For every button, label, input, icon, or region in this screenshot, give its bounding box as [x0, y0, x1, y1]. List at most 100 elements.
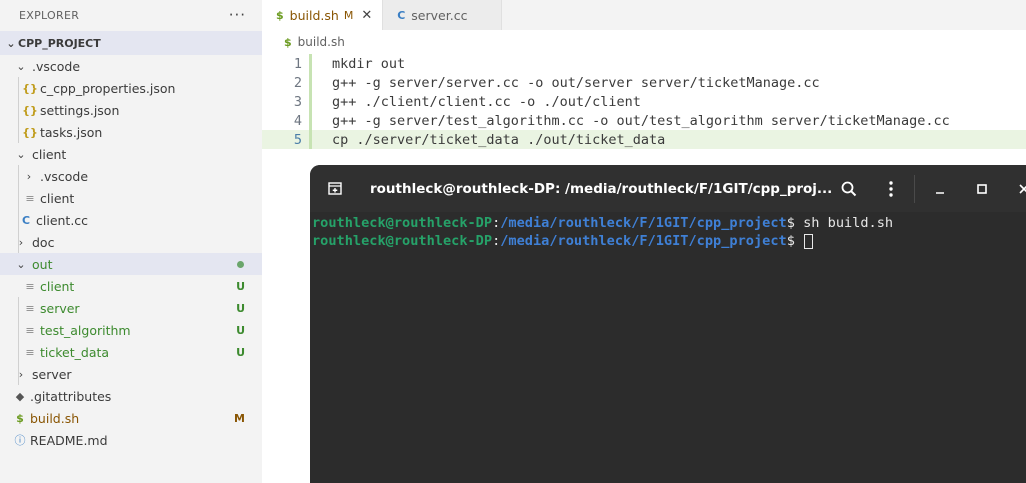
file-icon: ≡ [25, 301, 35, 315]
prompt-user: routhleck@routhleck-DP [312, 233, 493, 249]
terminal-command: sh build.sh [803, 215, 894, 231]
json-file-icon: {} [22, 125, 38, 139]
diff-added-marker [308, 130, 316, 149]
git-file-icon: ◆ [15, 389, 25, 403]
maximize-icon[interactable] [972, 179, 992, 199]
tree-item-label: settings.json [40, 102, 120, 118]
tree-item-label: README.md [30, 432, 108, 448]
tree-item-out-ticket-data[interactable]: ≡ ticket_data U [0, 341, 262, 363]
tab-label: server.cc [411, 7, 468, 23]
prompt-dollar: $ [786, 215, 804, 231]
code-area[interactable]: 1 mkdir out 2 g++ -g server/server.cc -o… [262, 54, 1026, 149]
prompt-dollar: $ [786, 233, 804, 249]
diff-added-marker [308, 54, 316, 73]
search-icon[interactable] [839, 179, 859, 199]
tab-server-cc[interactable]: C server.cc [383, 0, 503, 30]
diff-added-marker [308, 73, 316, 92]
tree-item-out-client[interactable]: ≡ client U [0, 275, 262, 297]
tree-item-gitattributes[interactable]: ◆ .gitattributes [0, 385, 262, 407]
line-number: 2 [293, 74, 302, 91]
terminal-window[interactable]: routhleck@routhleck-DP: /media/routhleck… [310, 165, 1026, 483]
tree-item-server-folder[interactable]: › server [0, 363, 262, 385]
tree-item-c-cpp-properties-json[interactable]: {} c_cpp_properties.json [0, 77, 262, 99]
prompt-user: routhleck@routhleck-DP [312, 215, 493, 231]
explorer-header: EXPLORER ··· [0, 0, 262, 30]
line-number: 4 [293, 112, 302, 129]
minimize-icon[interactable] [930, 179, 950, 199]
project-name: CPP_PROJECT [18, 36, 101, 50]
line-text[interactable]: g++ -g server/server.cc -o out/server se… [316, 75, 820, 91]
file-icon: ≡ [25, 345, 35, 359]
kebab-menu-icon[interactable] [881, 179, 901, 199]
tree-item-client-binary[interactable]: ≡ client [0, 187, 262, 209]
chevron-down-icon: ⌄ [16, 59, 26, 73]
git-change-dot [237, 260, 244, 268]
explorer-sidebar: EXPLORER ··· ⌄ CPP_PROJECT ⌄ .vscode {} c_c… [0, 0, 262, 483]
close-tab-icon[interactable]: ✕ [361, 8, 372, 23]
tree-item-label: .vscode [40, 168, 89, 184]
terminal-titlebar[interactable]: routhleck@routhleck-DP: /media/routhleck… [310, 165, 1026, 212]
json-file-icon: {} [22, 81, 38, 95]
prompt-colon: : [492, 215, 501, 231]
prompt-colon: : [492, 233, 501, 249]
tree-item-out-test-algorithm[interactable]: ≡ test_algorithm U [0, 319, 262, 341]
tree-item-client-folder[interactable]: ⌄ client [0, 143, 262, 165]
chevron-right-icon: › [26, 169, 32, 183]
tree-item-label: .gitattributes [30, 388, 112, 404]
tree-item-out-server[interactable]: ≡ server U [0, 297, 262, 319]
diff-added-marker [308, 92, 316, 111]
prompt-path: /media/routhleck/F/1GIT/cpp_project [500, 215, 787, 231]
tree-item-label: server [40, 300, 80, 316]
tree-item-label: .vscode [32, 58, 81, 74]
code-line: 3 g++ ./client/client.cc -o ./out/client [262, 92, 1026, 111]
tree-item-client-cc[interactable]: Cclient.cc [0, 209, 262, 231]
line-text[interactable]: mkdir out [316, 56, 405, 72]
terminal-line: routhleck@routhleck-DP:/media/routhleck/… [312, 214, 1026, 232]
editor-tabs: $ build.sh M ✕ C server.cc [262, 0, 1026, 30]
line-text[interactable]: g++ ./client/client.cc -o ./out/client [316, 94, 641, 110]
tree-item-label: client [40, 190, 75, 206]
code-line-current: 5 cp ./server/ticket_data ./out/ticket_d… [262, 130, 1026, 149]
tree-item-client-vscode-folder[interactable]: › .vscode [0, 165, 262, 187]
shell-file-icon: $ [16, 411, 24, 425]
tree-item-label: tasks.json [40, 124, 103, 140]
tab-build-sh[interactable]: $ build.sh M ✕ [262, 0, 384, 30]
terminal-title: routhleck@routhleck-DP: /media/routhleck… [370, 181, 833, 197]
chevron-right-icon: › [18, 367, 24, 381]
tree-item-readme-md[interactable]: ⓘ README.md [0, 429, 262, 451]
tree-item-tasks-json[interactable]: {} tasks.json [0, 121, 262, 143]
line-number: 1 [293, 55, 302, 72]
git-status-badge: U [236, 301, 245, 315]
tree-item-settings-json[interactable]: {} settings.json [0, 99, 262, 121]
tree-item-label: build.sh [30, 410, 80, 426]
new-tab-icon[interactable] [327, 180, 343, 196]
file-icon: ≡ [25, 279, 35, 293]
prompt-path: /media/routhleck/F/1GIT/cpp_project [500, 233, 787, 249]
line-text[interactable]: cp ./server/ticket_data ./out/ticket_dat… [316, 132, 665, 148]
chevron-down-icon: ⌄ [6, 36, 16, 50]
tab-label: build.sh [289, 7, 339, 23]
tree-item-doc-folder[interactable]: › doc [0, 231, 262, 253]
tree-item-vscode-folder[interactable]: ⌄ .vscode [0, 55, 262, 77]
info-icon: ⓘ [14, 434, 26, 447]
terminal-cursor[interactable] [804, 233, 814, 249]
cpp-file-icon: C [21, 213, 31, 227]
breadcrumb: $ build.sh [262, 30, 1026, 54]
tree-item-out-folder[interactable]: ⌄ out [0, 253, 262, 275]
terminal-output[interactable]: routhleck@routhleck-DP:/media/routhleck/… [310, 212, 1026, 250]
file-icon: ≡ [25, 323, 35, 337]
close-icon[interactable] [1014, 179, 1026, 199]
modified-indicator: M [343, 8, 354, 22]
shell-file-icon: $ [276, 8, 284, 22]
code-line: 2 g++ -g server/server.cc -o out/server … [262, 73, 1026, 92]
tree-item-build-sh[interactable]: $ build.sh M [0, 407, 262, 429]
line-text[interactable]: g++ -g server/test_algorithm.cc -o out/t… [316, 113, 950, 129]
project-section-header[interactable]: ⌄ CPP_PROJECT [0, 31, 262, 55]
breadcrumb-file[interactable]: build.sh [298, 35, 345, 49]
titlebar-separator [914, 175, 915, 203]
line-number: 3 [293, 93, 302, 110]
tree-item-label: client [32, 146, 67, 162]
explorer-title: EXPLORER [19, 8, 80, 22]
more-actions-icon[interactable]: ··· [229, 6, 246, 24]
chevron-down-icon: ⌄ [16, 147, 26, 161]
